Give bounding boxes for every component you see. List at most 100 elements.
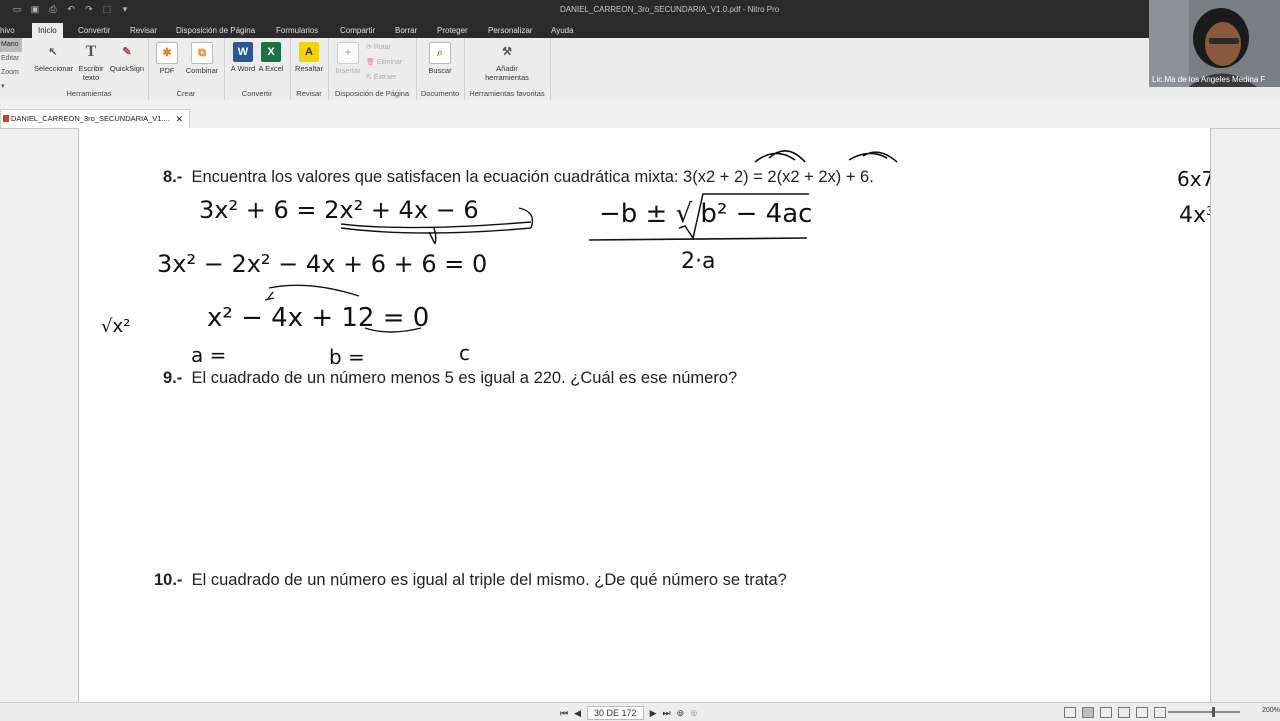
- pdf-file-icon: [3, 115, 9, 122]
- hw-c: c: [459, 341, 470, 365]
- question-8: 8.- Encuentra los valores que satisfacen…: [163, 168, 874, 186]
- tab-archivo[interactable]: hivo: [0, 23, 21, 38]
- webcam-person-image: [1149, 0, 1280, 87]
- print-icon[interactable]: ⎙: [48, 4, 58, 14]
- group-crear: ✱ PDF ⧉ Combinar Crear: [148, 38, 225, 100]
- tab-personalizar[interactable]: Personalizar: [482, 23, 538, 38]
- webcam-caption: Lic.Ma de los Angeles Medina F: [1152, 75, 1266, 84]
- tab-disposicion[interactable]: Disposición de Página: [170, 23, 261, 38]
- facing-continuous-view-icon[interactable]: [1118, 707, 1130, 718]
- extract-button[interactable]: ⇱ Extraer: [366, 73, 396, 81]
- insert-icon: +: [337, 42, 359, 64]
- tab-formularios[interactable]: Formularios: [270, 23, 324, 38]
- group-revisar: A Resaltar Revisar: [290, 38, 329, 100]
- text-icon: T: [85, 43, 97, 60]
- status-bar: ⏮ ◀ 30 DE 172 ▶ ⏭ ⊚ ⊚ 200%: [0, 702, 1280, 721]
- page-navigation: ⏮ ◀ 30 DE 172 ▶ ⏭ ⊚ ⊚: [560, 706, 698, 720]
- edit-tool[interactable]: Editar: [0, 52, 22, 66]
- hw-quadratic-denominator: 2·a: [681, 249, 715, 274]
- tab-inicio[interactable]: Inicio: [32, 23, 63, 38]
- group-disposicion: + Insertar ⟳ Rotar 🗑 Eliminar ⇱ Extraer …: [328, 38, 417, 100]
- delete-button[interactable]: 🗑 Eliminar: [366, 58, 402, 66]
- rotate-button[interactable]: ⟳ Rotar: [366, 43, 391, 51]
- hw-quadratic-numerator: −b ± √ b² − 4ac: [599, 199, 812, 229]
- insert-button[interactable]: + Insertar: [330, 42, 366, 75]
- highlight-icon: A: [299, 42, 319, 62]
- combine-button[interactable]: ⧉ Combinar: [182, 42, 222, 75]
- open-icon[interactable]: ▭: [12, 4, 22, 14]
- forward-view-icon[interactable]: ⊚: [690, 707, 698, 719]
- next-page-icon[interactable]: ▶: [650, 707, 657, 719]
- single-page-view-icon[interactable]: [1064, 707, 1076, 718]
- hw-line-2: 3x² − 2x² − 4x + 6 + 6 = 0: [157, 250, 487, 278]
- view-mode-buttons: [1064, 707, 1166, 718]
- combine-icon: ⧉: [191, 42, 213, 64]
- question-10: 10.- El cuadrado de un número es igual a…: [154, 571, 787, 589]
- customize-icon[interactable]: ▾: [120, 4, 130, 14]
- prev-page-icon[interactable]: ◀: [574, 707, 581, 719]
- select-button[interactable]: ↖ Seleccionar: [34, 42, 73, 73]
- hw-a: a =: [191, 343, 226, 367]
- tab-convertir[interactable]: Convertir: [72, 23, 116, 38]
- document-tab-name: DANIEL_CARREON_3ro_SECUNDARIA_V1....: [11, 114, 170, 123]
- hw-b: b =: [329, 345, 365, 369]
- arc-annotation: [754, 150, 806, 163]
- tab-ayuda[interactable]: Ayuda: [545, 23, 580, 38]
- hand-tool[interactable]: Mano: [0, 38, 22, 52]
- brace-annotation: [340, 221, 532, 245]
- window-title: DANIEL_CARREON_3ro_SECUNDARIA_V1.0.pdf -…: [560, 5, 780, 14]
- brace-annotation: [518, 207, 534, 229]
- zoom-level: 200%: [1262, 707, 1280, 714]
- trash-icon: 🗑: [366, 59, 377, 66]
- facing-view-icon[interactable]: [1100, 707, 1112, 718]
- zoom-tool[interactable]: Zoom ▾: [0, 66, 22, 90]
- pdf-button[interactable]: ✱ PDF: [152, 42, 182, 75]
- fullscreen-view-icon[interactable]: [1154, 707, 1166, 718]
- document-tab[interactable]: DANIEL_CARREON_3ro_SECUNDARIA_V1.... ✕: [0, 109, 190, 128]
- highlight-button[interactable]: A Resaltar: [292, 42, 326, 73]
- undo-icon[interactable]: ↶: [66, 4, 76, 14]
- tab-borrar[interactable]: Borrar: [389, 23, 423, 38]
- underline-annotation: [364, 327, 422, 333]
- hw-line-1: 3x² + 6 = 2x² + 4x − 6: [199, 196, 479, 224]
- last-page-icon[interactable]: ⏭: [662, 707, 670, 719]
- first-page-icon[interactable]: ⏮: [560, 707, 568, 719]
- zoom-slider[interactable]: [1168, 711, 1240, 713]
- to-word-button[interactable]: W A Word: [230, 42, 256, 73]
- back-view-icon[interactable]: ⊚: [677, 707, 685, 719]
- excel-icon: X: [261, 42, 281, 62]
- group-herramientas: ↖ Seleccionar T Escribir texto ✎ QuickSi…: [30, 38, 149, 100]
- title-bar: ▭ ▣ ⎙ ↶ ↷ ⬚ ▾ DANIEL_CARREON_3ro_SECUNDA…: [0, 0, 1280, 20]
- ribbon: Mano Editar Zoom ▾ ↖ Seleccionar T Escri…: [0, 38, 1280, 101]
- zoom-slider-thumb[interactable]: [1212, 707, 1215, 717]
- redo-icon[interactable]: ↷: [84, 4, 94, 14]
- word-icon: W: [233, 42, 253, 62]
- to-excel-button[interactable]: X A Excel: [258, 42, 284, 73]
- continuous-view-icon[interactable]: [1082, 707, 1094, 718]
- group-documento: ⌕ Buscar Documento: [416, 38, 465, 100]
- quicksign-button[interactable]: ✎ QuickSign: [108, 42, 146, 73]
- type-text-button[interactable]: T Escribir texto: [74, 42, 108, 82]
- group-convertir: W A Word X A Excel Convertir: [224, 38, 291, 100]
- hw-side-note-1: 6x7: [1177, 167, 1210, 191]
- extract-icon: ⇱: [366, 74, 374, 81]
- pdf-icon: ✱: [156, 42, 178, 64]
- tab-revisar[interactable]: Revisar: [124, 23, 163, 38]
- cursor-icon: ↖: [48, 46, 58, 58]
- search-button[interactable]: ⌕ Buscar: [422, 42, 458, 75]
- add-tools-button[interactable]: ⚒ Añadir herramientas: [478, 42, 536, 82]
- pdf-page: 8.- Encuentra los valores que satisfacen…: [78, 128, 1211, 702]
- select-icon[interactable]: ⬚: [102, 4, 112, 14]
- ribbon-tabs: hivo Inicio Convertir Revisar Disposició…: [0, 20, 1280, 38]
- save-icon[interactable]: ▣: [30, 4, 40, 14]
- tab-compartir[interactable]: Compartir: [334, 23, 381, 38]
- left-tool-strip: Mano Editar Zoom ▾: [0, 38, 22, 100]
- tab-proteger[interactable]: Proteger: [431, 23, 474, 38]
- fraction-bar: [588, 237, 808, 241]
- handwriting-layer: 3x² + 6 = 2x² + 4x − 6 3x² − 2x² − 4x + …: [101, 150, 1210, 369]
- close-tab-icon[interactable]: ✕: [175, 110, 183, 128]
- page-number-field[interactable]: 30 DE 172: [587, 706, 644, 720]
- group-favoritas: ⚒ Añadir herramientas Herramientas favor…: [464, 38, 551, 100]
- webcam-overlay: Lic.Ma de los Angeles Medina F: [1149, 0, 1280, 87]
- cover-view-icon[interactable]: [1136, 707, 1148, 718]
